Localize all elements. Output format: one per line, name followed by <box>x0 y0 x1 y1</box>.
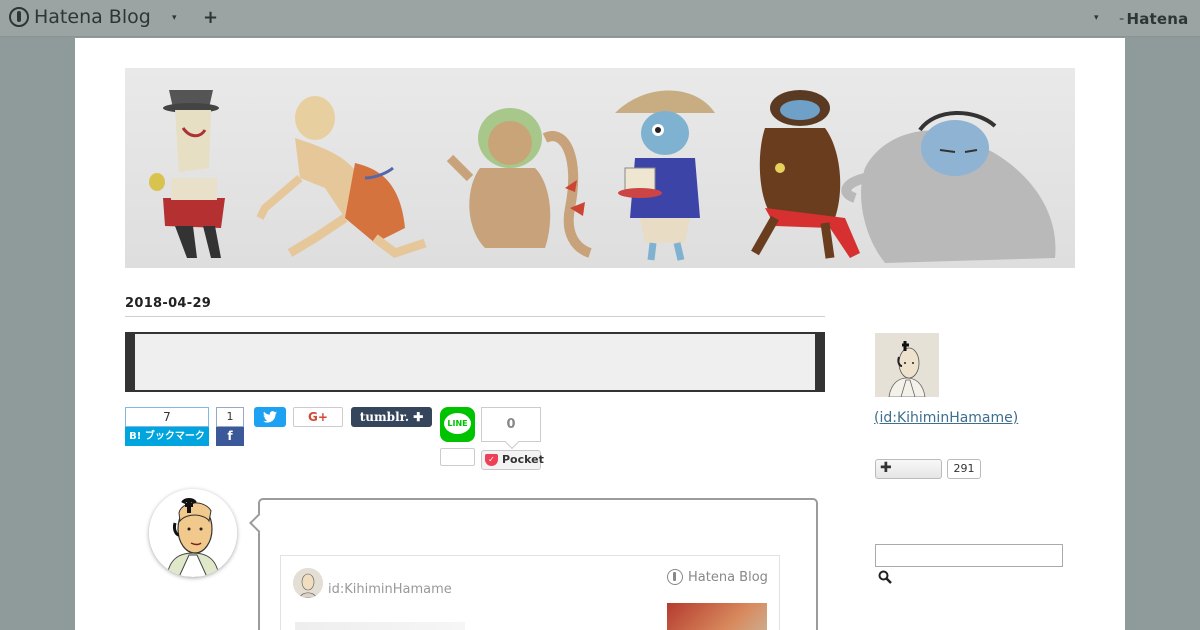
yokai-figure-1 <box>149 90 225 258</box>
add-button[interactable]: + <box>203 7 218 28</box>
sidebar-profile-image[interactable] <box>875 333 939 397</box>
follower-count[interactable]: 291 <box>947 459 981 479</box>
pocket-icon: ✓ <box>485 454 498 466</box>
hatena-blog-logo-icon <box>9 7 29 27</box>
embed-brand-label: Hatena Blog <box>688 569 768 585</box>
sidebar-profile-portrait-icon <box>875 333 939 397</box>
sidebar-search-input[interactable] <box>875 544 1063 567</box>
brand-label: Hatena Blog <box>34 6 151 28</box>
pocket-count: 0 <box>481 407 541 442</box>
author-avatar[interactable] <box>149 489 237 577</box>
follow-button[interactable]: ✚ <box>875 459 942 479</box>
hatena-link[interactable]: ⁼ Hatena <box>1119 10 1189 28</box>
hatena-bookmark-label: B! ブックマーク <box>125 427 209 446</box>
tumblr-share-button[interactable]: tumblr. ✚ <box>351 407 432 427</box>
embed-avatar <box>293 568 323 598</box>
twitter-icon <box>263 411 277 423</box>
facebook-icon: f <box>216 427 244 446</box>
yokai-figure-4 <box>615 90 715 261</box>
author-portrait-icon <box>149 489 237 577</box>
entry-content-box <box>125 332 825 392</box>
yokai-figure-6 <box>841 111 1056 263</box>
hatena-bookmark-count[interactable]: 7 <box>125 407 209 427</box>
hatena-bookmark-button[interactable]: 7 B! ブックマーク <box>125 407 209 446</box>
blog-page: 2018-04-29 7 B! ブックマーク 1 f G+ tumblr. ✚ … <box>75 38 1125 630</box>
global-header: Hatena Blog ▾ + ▾ ⁼ Hatena <box>0 0 1200 37</box>
facebook-share-count: 1 <box>216 407 244 427</box>
line-share-button[interactable]: LINE <box>440 407 475 442</box>
yokai-figure-5 <box>751 90 860 259</box>
pocket-label: Pocket <box>502 453 544 466</box>
twitter-share-button[interactable] <box>254 407 286 427</box>
hatena-mark-icon: ⁼ <box>1119 16 1125 27</box>
facebook-share-button[interactable]: 1 f <box>216 407 244 446</box>
sidebar-profile-id-link[interactable]: (id:KihiminHamame) <box>874 410 1018 426</box>
search-icon[interactable] <box>878 570 896 588</box>
blog-menu-caret-icon[interactable]: ▾ <box>172 13 177 23</box>
blog-header-image[interactable] <box>125 68 1075 268</box>
embed-hatena-blog-logo: Hatena Blog <box>667 569 768 585</box>
yokai-figure-2 <box>256 96 427 259</box>
hatena-blog-logo[interactable]: Hatena Blog <box>9 6 151 28</box>
embed-hatena-blog-icon <box>667 569 683 585</box>
google-plus-share-button[interactable]: G+ <box>293 407 343 427</box>
line-icon: LINE <box>444 413 471 434</box>
user-menu-caret-icon[interactable]: ▾ <box>1094 13 1099 23</box>
pocket-button[interactable]: ✓ Pocket <box>481 450 544 470</box>
yokai-illustration <box>149 90 1056 263</box>
date-divider <box>125 316 825 317</box>
embed-user-id[interactable]: id:KihiminHamame <box>328 582 452 597</box>
embed-thumbnail[interactable] <box>667 603 767 630</box>
embed-blurred-text <box>295 622 465 630</box>
yokai-figure-3 <box>446 108 592 258</box>
blog-card-embed[interactable]: id:KihiminHamame Hatena Blog <box>280 555 780 630</box>
embed-avatar-icon <box>293 568 323 598</box>
line-share-count <box>440 448 475 466</box>
hatena-label: Hatena <box>1126 10 1189 28</box>
entry-date[interactable]: 2018-04-29 <box>125 296 211 311</box>
